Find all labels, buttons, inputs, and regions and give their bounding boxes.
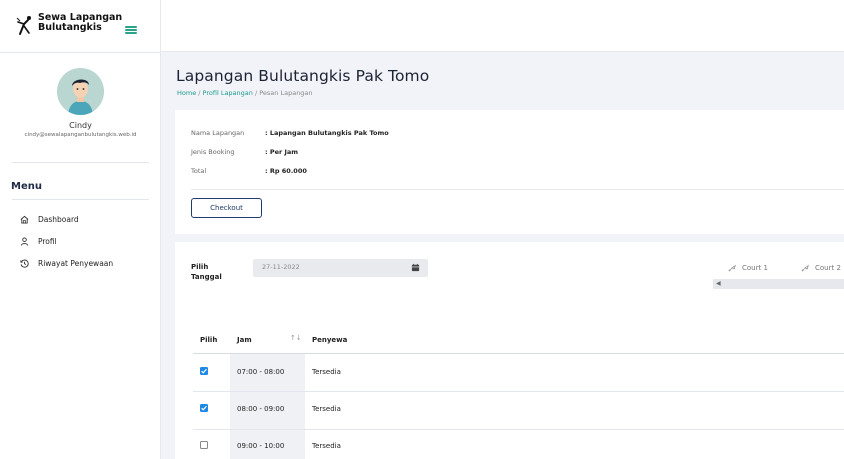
sidebar-item-label: Profil bbox=[38, 236, 57, 246]
sidebar-toggle-icon[interactable] bbox=[125, 26, 137, 34]
penyewa-cell: Tersedia bbox=[312, 405, 341, 413]
sidebar: Sewa Lapangan Bulutangkis Cindy cindy@se… bbox=[0, 0, 161, 459]
date-input[interactable]: 27-11-2022 bbox=[253, 259, 428, 277]
court-label: Court 2 bbox=[815, 264, 841, 272]
date-label-line2: Tanggal bbox=[191, 273, 222, 281]
user-avatar-icon bbox=[57, 68, 104, 115]
shuttlecock-icon bbox=[728, 264, 736, 272]
field-label: Jenis Booking bbox=[191, 148, 235, 156]
breadcrumb-profil-lapangan[interactable]: Profil Lapangan bbox=[203, 89, 253, 97]
row-divider bbox=[193, 429, 844, 430]
column-header-pilih: Pilih bbox=[200, 336, 218, 344]
top-bar bbox=[161, 0, 844, 52]
date-label: Pilih Tanggal bbox=[191, 262, 222, 282]
avatar bbox=[57, 68, 104, 115]
user-email: cindy@sewalapanganbulutangkis.web.id bbox=[24, 132, 137, 138]
brand-line2: Bulutangkis bbox=[38, 22, 102, 33]
row-checkbox[interactable] bbox=[200, 367, 208, 375]
check-icon bbox=[201, 368, 207, 374]
row-divider bbox=[193, 391, 844, 392]
checkout-button[interactable]: Checkout bbox=[191, 198, 262, 218]
menu-title: Menu bbox=[11, 181, 42, 192]
sort-icon[interactable]: ↑↓ bbox=[290, 334, 302, 342]
sidebar-item-profil[interactable]: Profil bbox=[20, 235, 57, 247]
divider bbox=[191, 189, 844, 190]
field-value: : Rp 60.000 bbox=[265, 167, 307, 175]
jam-cell: 09:00 - 10:00 bbox=[237, 442, 285, 450]
shuttlecock-icon bbox=[801, 264, 809, 272]
check-icon bbox=[201, 405, 207, 411]
field-label: Total bbox=[191, 167, 207, 175]
court-scrollbar[interactable]: ◀ bbox=[713, 279, 844, 289]
field-value: : Lapangan Bulutangkis Pak Tomo bbox=[265, 129, 389, 137]
user-name: Cindy bbox=[69, 121, 92, 130]
history-icon bbox=[20, 259, 29, 268]
sidebar-item-riwayat-penyewaan[interactable]: Riwayat Penyewaan bbox=[20, 257, 113, 269]
divider bbox=[0, 52, 161, 53]
date-label-line1: Pilih bbox=[191, 263, 209, 271]
penyewa-cell: Tersedia bbox=[312, 368, 341, 376]
home-icon bbox=[20, 215, 29, 224]
breadcrumb-home[interactable]: Home bbox=[177, 89, 196, 97]
row-checkbox[interactable] bbox=[200, 441, 208, 449]
sidebar-item-label: Dashboard bbox=[38, 214, 79, 224]
row-checkbox[interactable] bbox=[200, 404, 208, 412]
date-value: 27-11-2022 bbox=[262, 263, 300, 271]
brand[interactable]: Sewa Lapangan Bulutangkis bbox=[0, 0, 161, 52]
calendar-icon[interactable] bbox=[411, 263, 420, 272]
table-header-border bbox=[193, 353, 844, 354]
user-icon bbox=[20, 236, 29, 246]
scroll-left-icon[interactable]: ◀ bbox=[716, 280, 721, 287]
page-title: Lapangan Bulutangkis Pak Tomo bbox=[176, 67, 430, 85]
field-value: : Per Jam bbox=[265, 148, 299, 156]
schedule-card: Pilih Tanggal 27-11-2022 Court 1 Court 2… bbox=[175, 242, 844, 459]
brand-name: Sewa Lapangan Bulutangkis bbox=[38, 13, 122, 33]
jam-cell: 07:00 - 08:00 bbox=[237, 368, 285, 376]
sidebar-item-label: Riwayat Penyewaan bbox=[38, 258, 114, 268]
field-label: Nama Lapangan bbox=[191, 129, 245, 137]
booking-summary-card: Nama Lapangan : Lapangan Bulutangkis Pak… bbox=[175, 110, 844, 234]
column-header-jam[interactable]: Jam bbox=[237, 336, 252, 344]
breadcrumb-current: Pesan Lapangan bbox=[259, 89, 313, 97]
column-header-penyewa[interactable]: Penyewa bbox=[312, 336, 347, 344]
divider bbox=[12, 162, 149, 163]
sidebar-item-dashboard[interactable]: Dashboard bbox=[20, 213, 79, 225]
court-label: Court 1 bbox=[742, 264, 768, 272]
penyewa-cell: Tersedia bbox=[312, 442, 341, 450]
breadcrumb: Home / Profil Lapangan / Pesan Lapangan bbox=[177, 89, 313, 97]
court-tab-1[interactable]: Court 1 bbox=[728, 264, 768, 272]
badminton-player-logo-icon bbox=[16, 16, 31, 35]
jam-cell: 08:00 - 09:00 bbox=[237, 405, 285, 413]
divider bbox=[12, 199, 149, 200]
court-tab-2[interactable]: Court 2 bbox=[801, 264, 841, 272]
